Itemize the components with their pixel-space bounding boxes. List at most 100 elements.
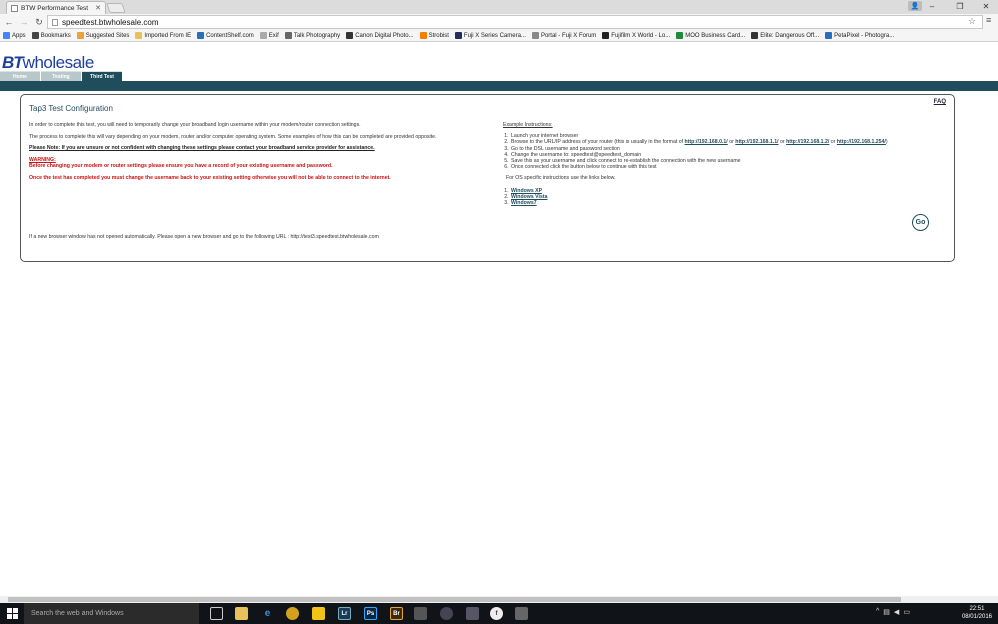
tab-title: BTW Performance Test <box>21 4 89 12</box>
folder-icon <box>135 32 143 39</box>
canon-icon <box>346 32 354 39</box>
intro-column: In order to complete this test, you will… <box>29 122 484 186</box>
address-bar[interactable]: speedtest.btwholesale.com <box>47 15 983 29</box>
windows-taskbar: Search the web and Windows e Lr Ps Br f … <box>0 603 998 624</box>
bookmark-star-icon[interactable]: ☆ <box>968 16 976 27</box>
intro-paragraph: In order to complete this test, you will… <box>29 122 361 128</box>
bookmark-item[interactable]: Imported From IE <box>135 32 191 39</box>
bookmark-item[interactable]: Apps <box>3 32 26 39</box>
edge-icon[interactable]: e <box>261 607 274 620</box>
lightroom-icon[interactable]: Lr <box>338 607 351 620</box>
file-explorer-icon[interactable] <box>235 607 248 620</box>
new-tab-button[interactable] <box>106 3 126 13</box>
sticky-notes-icon[interactable] <box>312 607 325 620</box>
tray-chevron-icon[interactable]: ^ <box>876 608 879 616</box>
back-icon[interactable]: ← <box>3 16 15 28</box>
reload-icon[interactable]: ↻ <box>33 16 45 28</box>
bookmark-item[interactable]: PetaPixel - Photogra... <box>825 32 894 39</box>
bookmark-label: Talk Photography <box>293 32 341 39</box>
task-view-icon[interactable] <box>210 607 223 620</box>
bookmark-label: ContentShelf.com <box>206 32 254 39</box>
go-button[interactable]: Go <box>912 214 929 231</box>
tab-home[interactable]: Home <box>0 71 40 81</box>
forward-icon[interactable]: → <box>18 16 30 28</box>
router-ip-link-1[interactable]: http://192.168.0.1/ <box>685 139 728 145</box>
star-icon <box>31 32 39 39</box>
action-center-icon[interactable]: ▭ <box>903 608 910 616</box>
system-tray[interactable]: ^ ▤ ◀ ▭ <box>876 608 910 616</box>
bookmark-item[interactable]: Fuji X Series Camera... <box>454 32 526 39</box>
bookmark-item[interactable]: Bookmarks <box>31 32 71 39</box>
windows-vista-link[interactable]: Windows Vista <box>511 194 547 200</box>
chrome-icon[interactable] <box>286 607 299 620</box>
close-window-icon[interactable]: ✕ <box>974 0 998 12</box>
bookmark-item[interactable]: Portal - Fuji X Forum <box>531 32 597 39</box>
taskbar-clock[interactable]: 22:51 08/01/2016 <box>962 605 992 621</box>
photoshop-icon[interactable]: Ps <box>364 607 377 620</box>
page-info-icon[interactable] <box>52 18 58 26</box>
browser-tab[interactable]: BTW Performance Test ✕ <box>6 1 106 14</box>
bookmark-item[interactable]: MOO Business Card... <box>676 32 745 39</box>
document-icon <box>259 32 267 39</box>
bookmark-item[interactable]: Elite: Dangerous Off... <box>751 32 819 39</box>
os-links-list: Windows XP Windows Vista Windows7 <box>503 188 943 207</box>
network-icon[interactable]: ▤ <box>883 608 890 616</box>
bookmark-item[interactable]: Fujifilm X World - Lo... <box>602 32 670 39</box>
app-icon-1[interactable] <box>414 607 427 620</box>
router-ip-link-3[interactable]: http://192.168.1.2/ <box>786 139 829 145</box>
scrollbar-thumb[interactable] <box>8 597 901 602</box>
minimize-icon[interactable]: – <box>920 0 944 12</box>
windows-start-icon[interactable] <box>7 608 18 619</box>
tab-testing[interactable]: Testing <box>41 71 81 81</box>
bookmark-label: Portal - Fuji X Forum <box>540 32 597 39</box>
instructions-list: Launch your internet browser Browse to t… <box>503 133 943 170</box>
page-favicon-icon <box>11 4 18 12</box>
app-icon-3[interactable] <box>466 607 479 620</box>
fuji-icon <box>454 32 462 39</box>
app-icon-2[interactable] <box>440 607 453 620</box>
app-icon-4[interactable] <box>515 607 528 620</box>
os-instructions-text: For OS specific instructions use the lin… <box>506 175 616 182</box>
petapixel-icon <box>825 32 833 39</box>
bt-wholesale-logo[interactable]: BTwholesale <box>2 53 94 73</box>
apps-icon <box>3 32 10 39</box>
bookmarks-bar: Apps Bookmarks Suggested Sites Imported Fro… <box>0 30 998 42</box>
faq-link[interactable]: FAQ <box>934 99 946 105</box>
volume-icon[interactable]: ◀ <box>894 608 899 616</box>
router-ip-link-4[interactable]: http://192.168.1.254/ <box>837 139 886 145</box>
bookmark-item[interactable]: ContentShelf.com <box>197 32 254 39</box>
bookmark-item[interactable]: Strobist <box>419 32 449 39</box>
step-continue: Once connected click the button below to… <box>510 164 943 170</box>
bookmark-item[interactable]: Suggested Sites <box>76 32 129 39</box>
windows7-link[interactable]: Windows7 <box>511 200 537 206</box>
bookmark-label: Fujifilm X World - Lo... <box>611 32 671 39</box>
close-tab-icon[interactable]: ✕ <box>95 4 101 12</box>
blogger-icon <box>419 32 427 39</box>
bookmark-label: Imported From IE <box>144 32 192 39</box>
contentshelf-icon <box>197 32 205 39</box>
maximize-icon[interactable]: ❐ <box>948 0 972 12</box>
header-bar <box>0 81 998 91</box>
horizontal-scrollbar[interactable] <box>0 596 998 603</box>
bookmark-item[interactable]: Talk Photography <box>284 32 341 39</box>
tab-third-test[interactable]: Third Test <box>82 71 122 81</box>
fujifilm-icon <box>602 32 610 39</box>
bookmark-item[interactable]: Canon Digital Photo... <box>346 32 414 39</box>
instructions-column: Example Instructions: Launch your intern… <box>503 122 943 206</box>
browser-toolbar: ← → ↻ speedtest.btwholesale.com ☆ ≡ <box>0 14 998 30</box>
new-window-note: If a new browser window has not opened a… <box>29 234 379 240</box>
browser-tab-strip: BTW Performance Test ✕ 👤 – ❐ ✕ <box>0 0 998 14</box>
bookmark-label: MOO Business Card... <box>685 32 746 39</box>
windows-xp-link[interactable]: Windows XP <box>511 188 542 194</box>
fuji-app-icon[interactable]: f <box>490 607 503 620</box>
bookmark-label: Canon Digital Photo... <box>355 32 414 39</box>
chrome-menu-icon[interactable]: ≡ <box>986 15 991 25</box>
warning-restore: Once the test has completed you must cha… <box>29 174 391 181</box>
taskbar-search-box[interactable]: Search the web and Windows <box>24 603 199 624</box>
bridge-icon[interactable]: Br <box>390 607 403 620</box>
bookmark-item[interactable]: Exif <box>259 32 279 39</box>
process-paragraph: The process to complete this will vary d… <box>29 133 437 140</box>
warning-label: WARNING: <box>29 156 56 163</box>
clock-date: 08/01/2016 <box>961 614 992 620</box>
router-ip-link-2[interactable]: http://192.168.1.1/ <box>735 139 778 145</box>
